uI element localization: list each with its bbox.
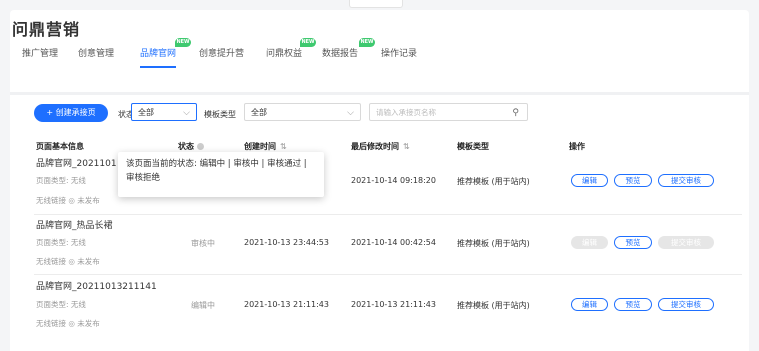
app-title: 问鼎营销 [12, 20, 81, 39]
tab-data-report[interactable]: 数据报告 [322, 46, 358, 59]
create-page-button[interactable]: + 创建承接页 [34, 104, 108, 122]
edit-button-disabled: 编辑 [571, 236, 608, 249]
chevron-down-icon: ⌵ [347, 108, 354, 118]
created-time: 2021-10-13 23:44:53 [244, 238, 329, 247]
page-link-status: 无线链接 ◎ 未发布 [36, 257, 100, 266]
status-text: 编辑中 [191, 301, 215, 310]
new-badge: NEW [359, 38, 375, 47]
tab-promotion[interactable]: 推广管理 [22, 46, 58, 59]
template-select[interactable]: 全部 ⌵ [244, 103, 361, 121]
sort-icon[interactable]: ⇅ [280, 142, 287, 151]
page-name: 品牌官网_20211013211141 [36, 282, 157, 292]
tab-creative[interactable]: 创意管理 [78, 46, 114, 59]
header-modified-label: 最后修改时间 [351, 142, 399, 151]
modified-time: 2021-10-13 21:11:43 [351, 300, 436, 309]
status-select-value: 全部 [138, 108, 154, 117]
page-link-status: 无线链接 ◎ 未发布 [36, 196, 100, 205]
new-badge: NEW [300, 38, 316, 47]
search-input[interactable]: 请输入承接页名称 ⚲ [369, 103, 528, 121]
new-badge: NEW [175, 38, 191, 47]
tab-operation-log[interactable]: 操作记录 [381, 46, 417, 59]
modified-time: 2021-10-14 00:42:54 [351, 238, 436, 247]
preview-button[interactable]: 预览 [614, 236, 652, 249]
page-link-status: 无线链接 ◎ 未发布 [36, 319, 100, 328]
tab-brand-site[interactable]: 品牌官网 [140, 46, 177, 68]
status-select[interactable]: 全部 ⌵ [131, 103, 197, 121]
page-type: 页面类型: 无线 [36, 176, 86, 185]
header-created[interactable]: 创建时间 ⇅ [244, 141, 287, 152]
page-type: 页面类型: 无线 [36, 300, 86, 309]
row-divider [34, 214, 742, 215]
tab-creative-camp[interactable]: 创意提升营 [199, 46, 244, 59]
modified-time: 2021-10-14 09:18:20 [351, 176, 436, 185]
template-select-value: 全部 [251, 108, 267, 117]
preview-button[interactable]: 预览 [614, 174, 652, 187]
edit-button[interactable]: 编辑 [571, 174, 608, 187]
row-divider [34, 274, 742, 275]
edit-button[interactable]: 编辑 [571, 298, 608, 311]
template-type: 推荐模板 (用于站内) [457, 177, 530, 186]
template-type: 推荐模板 (用于站内) [457, 301, 530, 310]
sort-icon[interactable]: ⇅ [403, 142, 410, 151]
header-info: 页面基本信息 [36, 142, 84, 151]
tab-benefits[interactable]: 问鼎权益 [266, 46, 302, 59]
submit-review-button[interactable]: 提交审核 [658, 174, 714, 187]
status-tooltip: 该页面当前的状态: 编辑中 | 审核中 | 审核通过 | 审核拒绝 [118, 152, 324, 197]
search-placeholder: 请输入承接页名称 [376, 108, 436, 117]
chevron-down-icon: ⌵ [183, 108, 190, 118]
header-actions: 操作 [569, 142, 585, 151]
top-stub-tab [349, 0, 403, 8]
tab-divider [10, 92, 749, 95]
main-card: 问鼎营销 推广管理 创意管理 品牌官网 NEW 创意提升营 问鼎权益 NEW 数… [10, 10, 749, 351]
info-icon[interactable] [197, 143, 204, 150]
header-template: 模板类型 [457, 142, 489, 151]
page-type: 页面类型: 无线 [36, 238, 86, 247]
created-time: 2021-10-13 21:11:43 [244, 300, 329, 309]
page-name: 品牌官网_2021101 [36, 159, 117, 169]
header-status: 状态 [178, 141, 204, 152]
page-name: 品牌官网_热品长裙 [36, 221, 113, 231]
preview-button[interactable]: 预览 [614, 298, 652, 311]
search-icon[interactable]: ⚲ [512, 104, 519, 122]
template-type: 推荐模板 (用于站内) [457, 239, 530, 248]
status-text: 审核中 [191, 239, 215, 248]
header-created-label: 创建时间 [244, 142, 276, 151]
submit-review-button[interactable]: 提交审核 [658, 298, 714, 311]
header-status-label: 状态 [178, 142, 194, 151]
header-modified[interactable]: 最后修改时间 ⇅ [351, 141, 410, 152]
template-filter-label: 模板类型 [204, 110, 236, 119]
submit-review-button-disabled: 提交审核 [658, 236, 714, 249]
